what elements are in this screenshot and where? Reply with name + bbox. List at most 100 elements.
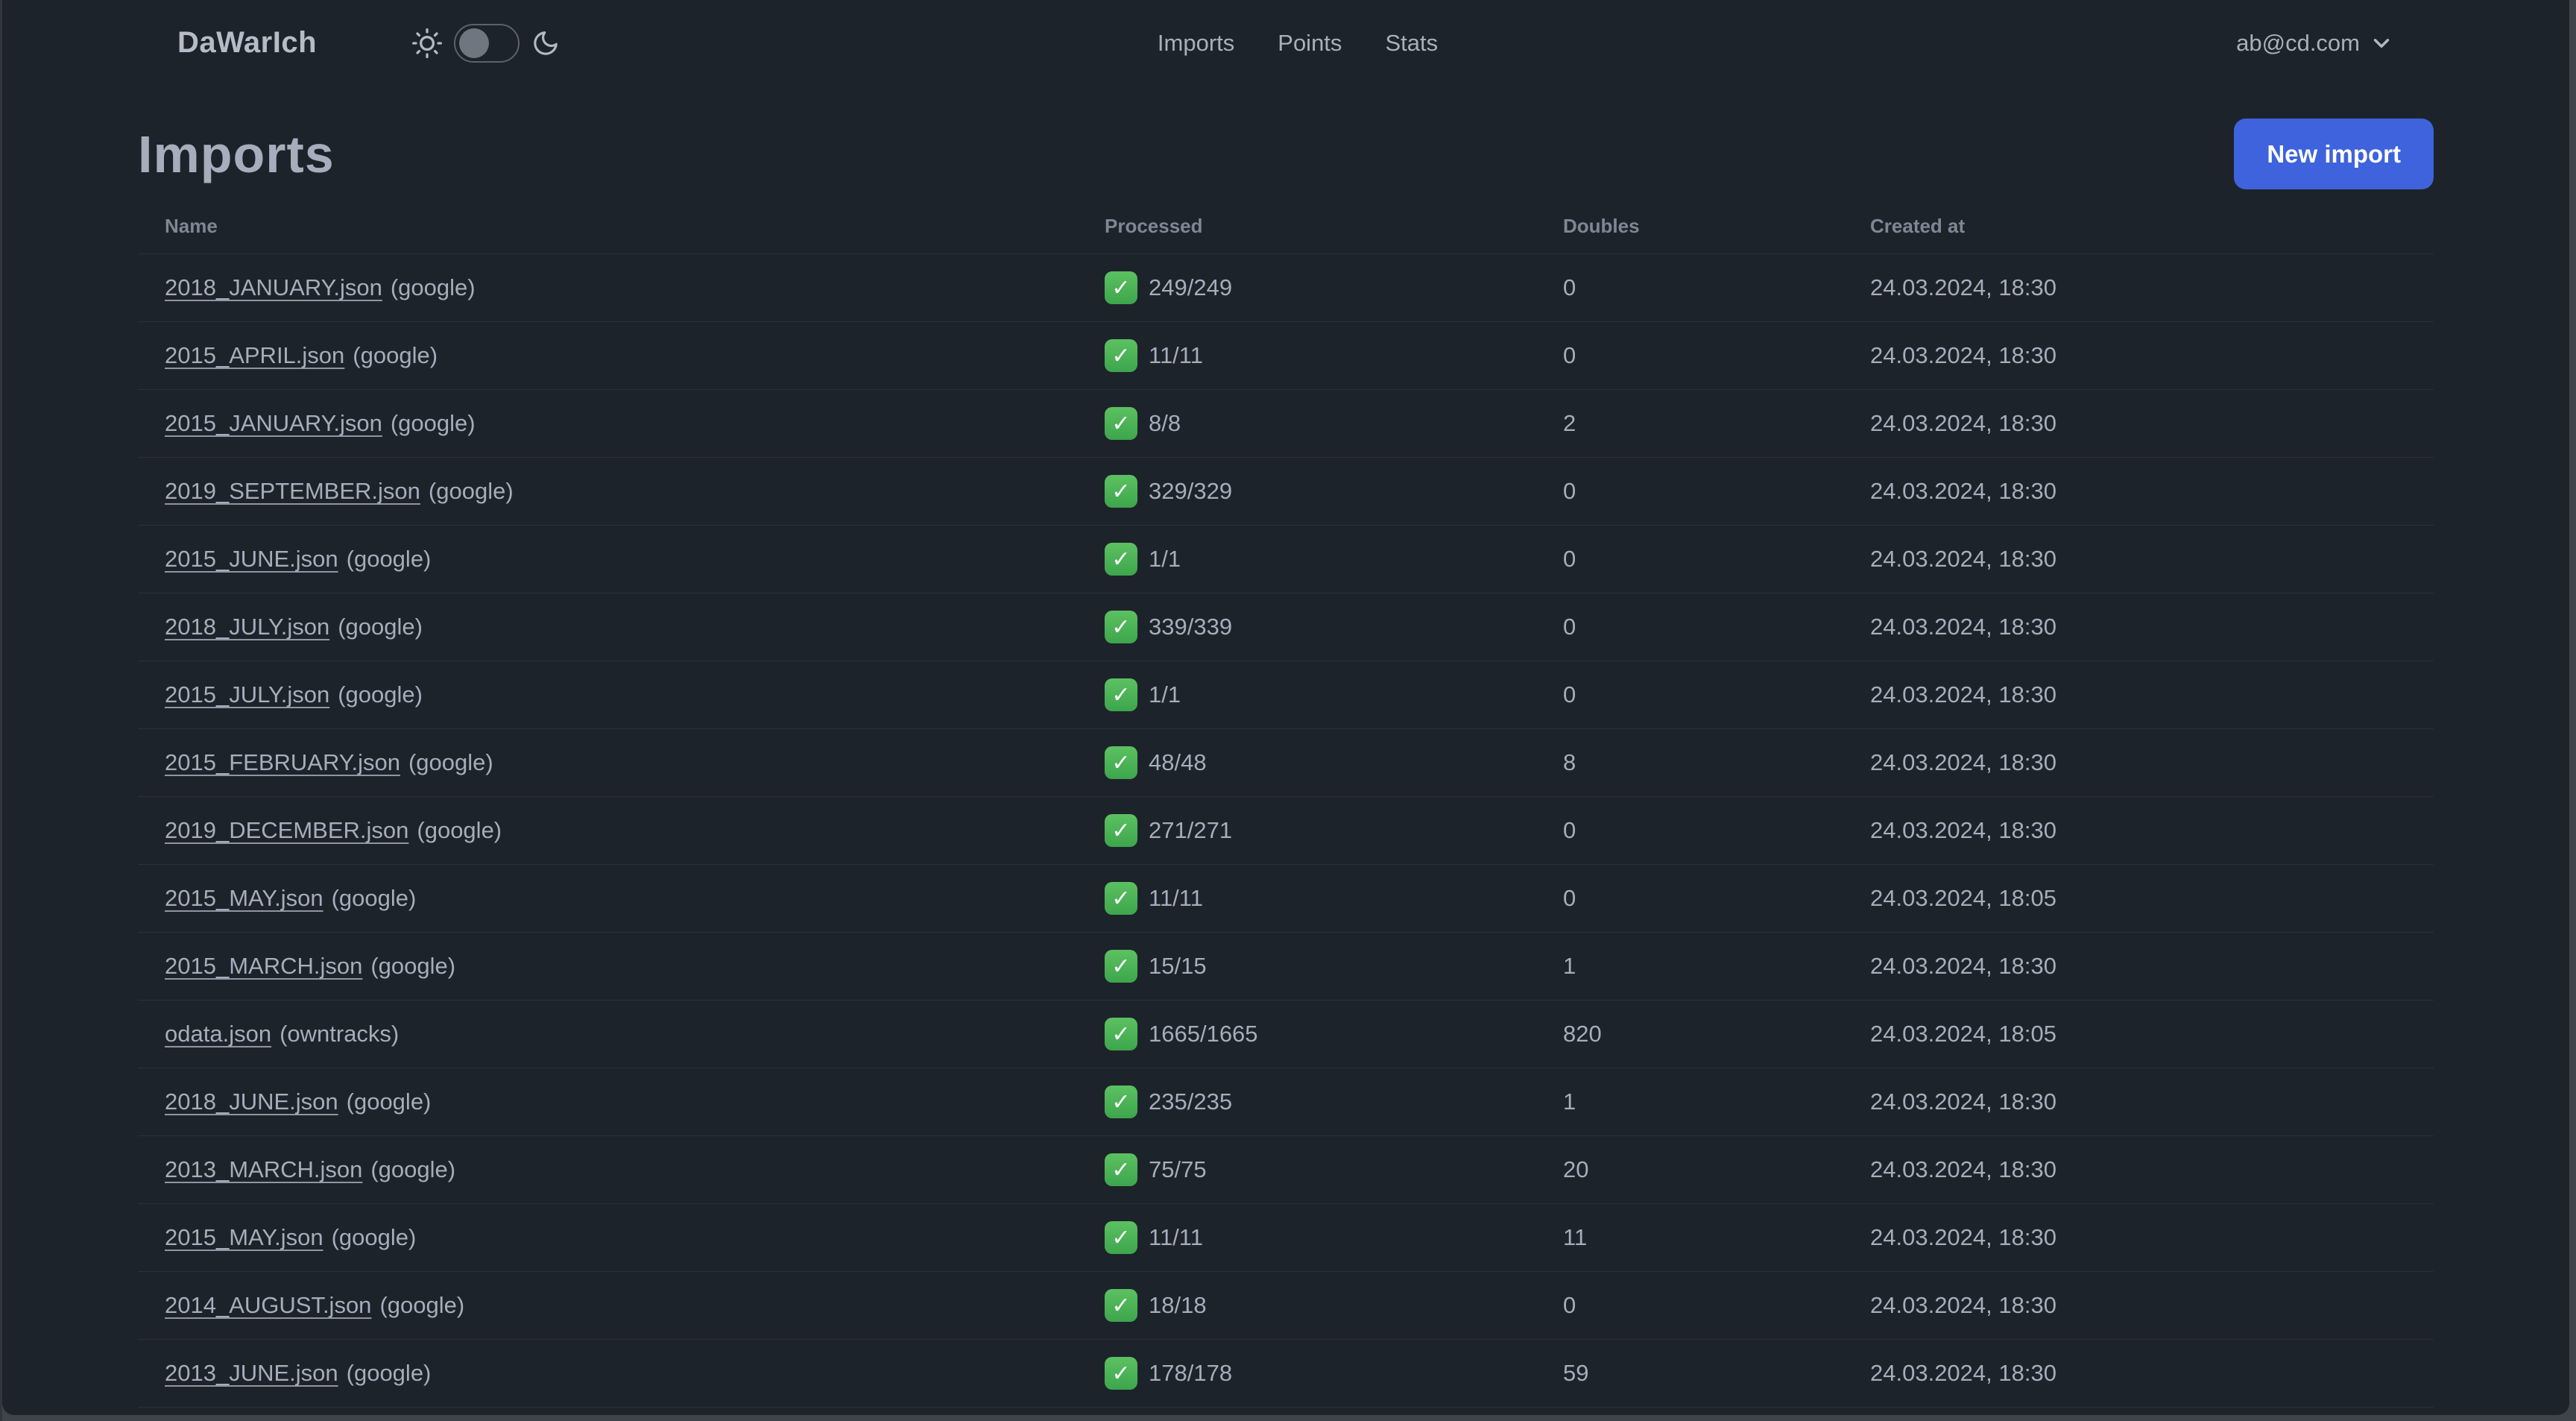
table-row: 2013_MARCH.json (google) ✓ 75/75 20 24.03… — [138, 1135, 2434, 1203]
doubles-cell: 1 — [1563, 1088, 1576, 1115]
table-row: 2015_MARCH.json (google) ✓ 15/15 1 24.03.… — [138, 932, 2434, 1000]
import-source-label: (google) — [408, 749, 493, 775]
import-source-label: (google) — [390, 274, 476, 300]
new-import-button[interactable]: New import — [2234, 119, 2434, 189]
import-source-label: (google) — [331, 885, 417, 911]
processed-cell: ✓ 1665/1665 — [1105, 1018, 1563, 1050]
processed-count: 11/11 — [1149, 1224, 1203, 1250]
created-at-cell: 24.03.2024, 18:30 — [1870, 410, 2056, 436]
import-source-label: (google) — [379, 1292, 465, 1318]
import-file-link[interactable]: 2018_JUNE.json — [165, 1088, 338, 1115]
import-file-link[interactable]: 2015_MARCH.json — [165, 953, 362, 979]
import-name-cell: 2018_JUNE.json (google) — [138, 1088, 1105, 1115]
account-email: ab@cd.com — [2236, 29, 2360, 56]
created-at-cell: 24.03.2024, 18:30 — [1870, 342, 2056, 368]
theme-switch[interactable] — [454, 23, 520, 63]
created-at-cell: 24.03.2024, 18:30 — [1870, 681, 2056, 708]
import-file-link[interactable]: 2013_JUNE.json — [165, 1360, 338, 1386]
import-file-link[interactable]: 2015_MAY.json — [165, 885, 323, 911]
created-at-cell: 24.03.2024, 18:30 — [1870, 478, 2056, 504]
account-dropdown[interactable]: ab@cd.com — [2236, 30, 2394, 57]
processed-count: 48/48 — [1149, 749, 1207, 775]
doubles-cell: 0 — [1563, 342, 1576, 368]
processed-cell: ✓ 11/11 — [1105, 339, 1563, 372]
imports-table-rows: 2018_JANUARY.json (google) ✓ 249/249 0 24… — [138, 253, 2434, 1407]
processed-cell: ✓ 1/1 — [1105, 678, 1563, 711]
doubles-cell: 0 — [1563, 614, 1576, 640]
import-file-link[interactable]: 2015_JULY.json — [165, 681, 329, 708]
import-source-label: (google) — [331, 1224, 417, 1250]
created-at-cell: 24.03.2024, 18:30 — [1870, 953, 2056, 979]
created-at-cell: 24.03.2024, 18:30 — [1870, 614, 2056, 640]
success-check-icon: ✓ — [1105, 339, 1137, 372]
import-source-label: (google) — [428, 478, 514, 504]
created-at-cell: 24.03.2024, 18:30 — [1870, 1360, 2056, 1386]
import-source-label: (google) — [390, 410, 476, 436]
doubles-cell: 0 — [1563, 478, 1576, 504]
success-check-icon: ✓ — [1105, 475, 1137, 508]
processed-count: 249/249 — [1149, 274, 1233, 300]
import-source-label: (google) — [370, 953, 456, 979]
import-file-link[interactable]: 2015_MAY.json — [165, 1224, 323, 1250]
processed-count: 75/75 — [1149, 1156, 1207, 1182]
table-row: 2019_SEPTEMBER.json (google) ✓ 329/329 0 … — [138, 457, 2434, 525]
import-file-link[interactable]: 2019_DECEMBER.json — [165, 817, 408, 843]
table-row: 2015_MAY.json (google) ✓ 11/11 0 24.03.20… — [138, 864, 2434, 932]
nav-item-stats[interactable]: Stats — [1385, 30, 1438, 57]
import-file-link[interactable]: odata.json — [165, 1021, 271, 1047]
created-at-cell: 24.03.2024, 18:30 — [1870, 1224, 2056, 1250]
processed-count: 11/11 — [1149, 342, 1203, 368]
import-file-link[interactable]: 2018_JANUARY.json — [165, 274, 382, 300]
app-logo[interactable]: DaWarIch — [177, 26, 317, 60]
doubles-cell: 59 — [1563, 1360, 1589, 1386]
doubles-cell: 20 — [1563, 1156, 1589, 1182]
doubles-cell: 8 — [1563, 749, 1576, 775]
success-check-icon: ✓ — [1105, 882, 1137, 915]
doubles-cell: 820 — [1563, 1021, 1602, 1047]
import-file-link[interactable]: 2019_SEPTEMBER.json — [165, 478, 420, 504]
success-check-icon: ✓ — [1105, 746, 1137, 779]
page-header: Imports New import — [138, 119, 2434, 189]
import-name-cell: 2018_JANUARY.json (google) — [138, 274, 1105, 301]
import-source-label: (google) — [417, 817, 502, 843]
processed-count: 329/329 — [1149, 478, 1233, 504]
import-source-label: (google) — [346, 1360, 432, 1386]
import-name-cell: 2013_MARCH.json (google) — [138, 1156, 1105, 1183]
navbar: DaWarIch Imports Points Stats ab@cd.com — [2, 0, 2569, 86]
table-header-row: Name Processed Doubles Created at — [138, 198, 2434, 253]
processed-cell: ✓ 249/249 — [1105, 271, 1563, 304]
success-check-icon: ✓ — [1105, 407, 1137, 440]
import-source-label: (google) — [346, 546, 432, 572]
processed-cell: ✓ 271/271 — [1105, 814, 1563, 847]
nav-item-imports[interactable]: Imports — [1158, 30, 1234, 57]
success-check-icon: ✓ — [1105, 1153, 1137, 1186]
theme-toggle[interactable] — [412, 23, 560, 63]
processed-count: 15/15 — [1149, 953, 1207, 979]
import-file-link[interactable]: 2013_MARCH.json — [165, 1156, 362, 1182]
import-file-link[interactable]: 2018_JULY.json — [165, 614, 329, 640]
table-row: 2018_JUNE.json (google) ✓ 235/235 1 24.03… — [138, 1068, 2434, 1135]
processed-count: 18/18 — [1149, 1292, 1207, 1318]
table-row: 2013_JUNE.json (google) ✓ 178/178 59 24.0… — [138, 1339, 2434, 1407]
import-file-link[interactable]: 2014_AUGUST.json — [165, 1292, 371, 1318]
import-file-link[interactable]: 2015_JANUARY.json — [165, 410, 382, 436]
table-row: 2019_DECEMBER.json (google) ✓ 271/271 0 2… — [138, 796, 2434, 864]
success-check-icon: ✓ — [1105, 814, 1137, 847]
chevron-down-icon — [2369, 31, 2394, 56]
success-check-icon: ✓ — [1105, 1018, 1137, 1050]
doubles-cell: 2 — [1563, 410, 1576, 436]
import-file-link[interactable]: 2015_FEBRUARY.json — [165, 749, 400, 775]
import-file-link[interactable]: 2015_JUNE.json — [165, 546, 338, 572]
import-source-label: (google) — [370, 1156, 456, 1182]
processed-cell: ✓ 235/235 — [1105, 1086, 1563, 1118]
import-file-link[interactable]: 2015_APRIL.json — [165, 342, 344, 368]
table-row: 2015_JUNE.json (google) ✓ 1/1 0 24.03.202… — [138, 525, 2434, 593]
import-name-cell: 2013_JUNE.json (google) — [138, 1360, 1105, 1387]
column-header-processed: Processed — [1105, 214, 1203, 237]
nav-item-points[interactable]: Points — [1278, 30, 1342, 57]
success-check-icon: ✓ — [1105, 271, 1137, 304]
moon-icon — [531, 29, 560, 57]
doubles-cell: 0 — [1563, 274, 1576, 300]
created-at-cell: 24.03.2024, 18:30 — [1870, 1292, 2056, 1318]
table-row: 2015_MAY.json (google) ✓ 11/11 11 24.03.2… — [138, 1203, 2434, 1271]
